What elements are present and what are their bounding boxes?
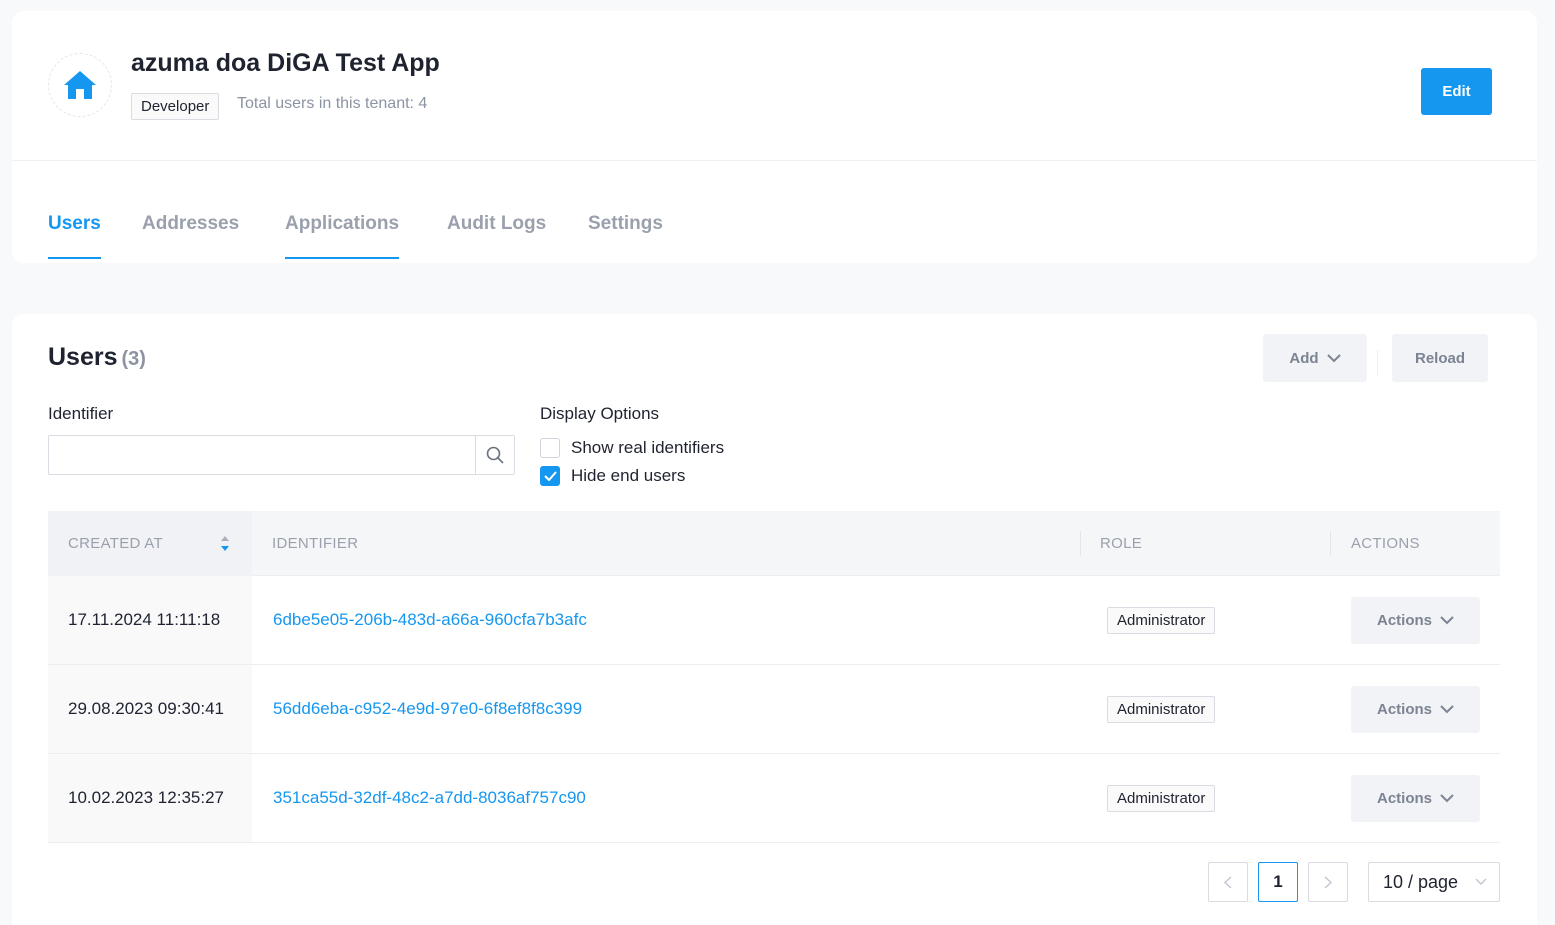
- identifier-link[interactable]: 351ca55d-32df-48c2-a7dd-8036af757c90: [273, 754, 586, 842]
- chevron-down-icon: [1440, 616, 1454, 625]
- identifier-link[interactable]: 56dd6eba-c952-4e9d-97e0-6f8ef8f8c399: [273, 665, 582, 753]
- page-size-select[interactable]: 10 / page: [1368, 862, 1500, 902]
- column-created-at[interactable]: CREATED AT: [68, 511, 163, 576]
- chevron-down-icon: [1440, 705, 1454, 714]
- created-at-cell: 29.08.2023 09:30:41: [68, 699, 224, 718]
- actions-button-label: Actions: [1376, 612, 1432, 629]
- column-identifier: IDENTIFIER: [272, 535, 359, 552]
- option-show-real-identifiers[interactable]: Show real identifiers: [540, 438, 724, 458]
- identifier-link[interactable]: 6dbe5e05-206b-483d-a66a-960cfa7b3afc: [273, 576, 587, 664]
- users-count: (3): [121, 348, 146, 370]
- tenant-header-top: azuma doa DiGA Test App Developer Total …: [12, 11, 1537, 161]
- role-badge: Developer: [131, 93, 220, 120]
- chevron-down-icon: [1440, 794, 1454, 803]
- actions-button[interactable]: Actions: [1351, 597, 1480, 644]
- tab-users[interactable]: Users: [48, 213, 101, 259]
- tab-addresses[interactable]: Addresses: [142, 213, 239, 257]
- table-header: CREATED AT IDENTIFIER ROLE ACTIONS: [48, 511, 1500, 576]
- users-table: CREATED AT IDENTIFIER ROLE ACTIONS 17.11…: [48, 511, 1500, 843]
- identifier-search: [48, 435, 515, 475]
- tenant-avatar: [48, 53, 112, 117]
- role-badge: Administrator: [1107, 785, 1216, 812]
- actions-button-label: Actions: [1376, 701, 1432, 718]
- display-options-label: Display Options: [540, 404, 660, 423]
- created-at-cell: 17.11.2024 11:11:18: [68, 610, 221, 629]
- column-actions: ACTIONS: [1351, 535, 1420, 552]
- page-size-value: 10 / page: [1383, 871, 1459, 892]
- prev-page-button[interactable]: [1208, 862, 1248, 902]
- role-badge: Administrator: [1107, 607, 1216, 634]
- table-row: 17.11.2024 11:11:18 6dbe5e05-206b-483d-a…: [48, 576, 1500, 665]
- role-badge: Administrator: [1107, 696, 1216, 723]
- table-row: 10.02.2023 12:35:27 351ca55d-32df-48c2-a…: [48, 754, 1500, 843]
- actions-button[interactable]: Actions: [1351, 775, 1480, 822]
- chevron-left-icon: [1224, 875, 1232, 889]
- actions-button-label: Actions: [1376, 790, 1432, 807]
- tenant-header-card: azuma doa DiGA Test App Developer Total …: [12, 11, 1537, 263]
- chevron-down-icon: [1326, 353, 1341, 362]
- users-section-title: Users (3): [48, 343, 146, 372]
- home-icon: [64, 71, 96, 99]
- page-title: azuma doa DiGA Test App: [131, 49, 440, 77]
- identifier-input[interactable]: [49, 436, 475, 474]
- hide-end-users-checkbox[interactable]: [540, 466, 560, 486]
- column-role: ROLE: [1100, 535, 1143, 552]
- search-icon: [486, 446, 504, 464]
- option-hide-end-users[interactable]: Hide end users: [540, 466, 685, 486]
- users-title-text: Users: [48, 343, 118, 371]
- chevron-right-icon: [1324, 875, 1332, 889]
- next-page-button[interactable]: [1308, 862, 1348, 902]
- users-card: Users (3) Add Reload Identifier Display O…: [12, 314, 1537, 925]
- identifier-label: Identifier: [48, 404, 114, 423]
- search-button[interactable]: [475, 436, 514, 474]
- add-button-label: Add: [1289, 349, 1319, 367]
- reload-button[interactable]: Reload: [1392, 334, 1488, 382]
- toolbar-divider: [1377, 350, 1378, 376]
- total-users-text: Total users in this tenant: 4: [237, 95, 428, 112]
- show-real-identifiers-checkbox[interactable]: [540, 438, 560, 458]
- chevron-down-icon: [1475, 878, 1487, 886]
- actions-button[interactable]: Actions: [1351, 686, 1480, 733]
- tab-settings[interactable]: Settings: [588, 213, 663, 257]
- page-button-current[interactable]: 1: [1258, 862, 1298, 902]
- column-separator: [1330, 531, 1331, 556]
- show-real-identifiers-label: Show real identifiers: [571, 438, 725, 457]
- column-separator: [1080, 531, 1081, 556]
- sort-icon[interactable]: [220, 535, 230, 552]
- created-at-cell: 10.02.2023 12:35:27: [68, 788, 224, 807]
- table-row: 29.08.2023 09:30:41 56dd6eba-c952-4e9d-9…: [48, 665, 1500, 754]
- checkmark-icon: [543, 471, 557, 481]
- add-button[interactable]: Add: [1263, 334, 1367, 382]
- edit-button[interactable]: Edit: [1421, 68, 1492, 115]
- tab-applications[interactable]: Applications: [285, 213, 400, 259]
- tab-audit-logs[interactable]: Audit Logs: [447, 213, 546, 257]
- hide-end-users-label: Hide end users: [571, 466, 686, 485]
